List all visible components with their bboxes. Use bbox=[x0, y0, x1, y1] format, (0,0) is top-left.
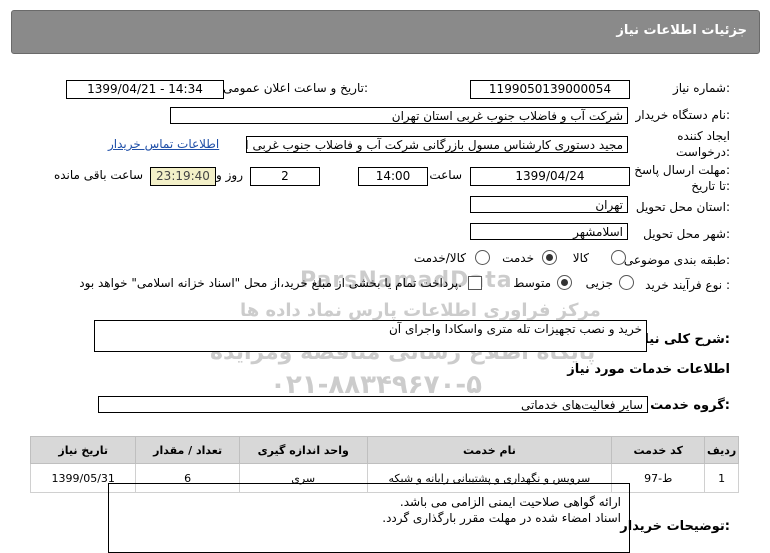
city-label: شهر محل تحویل: bbox=[643, 227, 730, 241]
treasury-payment-checkbox[interactable] bbox=[468, 276, 482, 290]
city-field: اسلامشهر bbox=[470, 223, 628, 240]
days-field: 2 bbox=[250, 167, 320, 186]
buyer-org-field: شرکت آب و فاضلاب جنوب غربی استان تهران bbox=[170, 107, 628, 124]
category-option-service: خدمت bbox=[502, 251, 534, 265]
service-group-label: گروه خدمت: bbox=[650, 398, 730, 413]
deadline-label-1: مهلت ارسال پاسخ: bbox=[634, 163, 730, 177]
process-option-minor: جزیی bbox=[585, 276, 613, 290]
creator-field: مجید دستوری کارشناس مسول بازرگانی شرکت آ… bbox=[246, 136, 628, 153]
process-label: نوع فرآیند خرید : bbox=[645, 278, 730, 292]
need-number-label: شماره نیاز: bbox=[672, 81, 730, 95]
summary-label: شرح کلی نیاز: bbox=[636, 332, 730, 347]
col-quantity: تعداد / مقدار bbox=[135, 436, 240, 464]
category-radio-goods[interactable] bbox=[611, 250, 626, 265]
cell-row-number: 1 bbox=[704, 463, 739, 493]
buyer-note-line-1: ارائه گواهی صلاحیت ایمنی الزامی می باشد. bbox=[399, 495, 621, 509]
category-radio-goods-service[interactable] bbox=[475, 250, 490, 265]
table-header-row: ردیف کد خدمت نام خدمت واحد اندازه گیری ت… bbox=[29, 436, 739, 464]
process-radio-medium[interactable] bbox=[557, 275, 572, 290]
col-service-name: نام خدمت bbox=[366, 436, 613, 464]
creator-label-2: درخواست: bbox=[676, 145, 730, 159]
services-section-title: اطلاعات خدمات مورد نیاز bbox=[567, 362, 730, 377]
treasury-payment-note: پرداخت تمام یا بخشی از مبلغ خرید،از محل … bbox=[79, 276, 462, 290]
buyer-notes-label: توضیحات خریدار: bbox=[620, 519, 730, 534]
remaining-timer: 23:19:40 bbox=[150, 167, 216, 186]
col-row-number: ردیف bbox=[704, 436, 739, 464]
deadline-time-label: ساعت bbox=[429, 168, 462, 182]
category-option-goods: کالا bbox=[572, 251, 589, 265]
summary-field: خرید و نصب تجهیزات تله متری واسکادا واجر… bbox=[94, 320, 647, 352]
province-label: استان محل تحویل: bbox=[635, 200, 730, 214]
watermark-subtitle: مرکز فراوری اطلاعات پارس نماد داده ها bbox=[240, 300, 601, 321]
category-label: طبقه بندی موضوعی: bbox=[623, 253, 730, 267]
announce-date-field: 1399/04/21 - 14:34 bbox=[66, 80, 224, 99]
announce-date-label: تاریخ و ساعت اعلان عمومی: bbox=[223, 81, 368, 95]
buyer-note-line-2: اسناد امضاء شده در مهلت مقرر بارگذاری گر… bbox=[382, 511, 621, 525]
col-service-code: کد خدمت bbox=[611, 436, 706, 464]
process-radio-minor[interactable] bbox=[619, 275, 634, 290]
province-field: تهران bbox=[470, 196, 628, 213]
service-group-field: سایر فعالیت‌های خدماتی bbox=[98, 396, 648, 413]
col-need-date: تاریخ نیاز bbox=[29, 436, 137, 464]
deadline-label-2: تا تاریخ: bbox=[691, 179, 730, 193]
category-option-goods-service: کالا/خدمت bbox=[413, 251, 466, 265]
process-option-medium: متوسط bbox=[513, 276, 551, 290]
page-header: جزئیات اطلاعات نیاز bbox=[11, 10, 760, 54]
days-label: روز و bbox=[216, 168, 243, 182]
deadline-date-field: 1399/04/24 bbox=[470, 167, 630, 186]
buyer-notes-box: ارائه گواهی صلاحیت ایمنی الزامی می باشد.… bbox=[108, 483, 630, 553]
need-number-field: 1199050139000054 bbox=[470, 80, 630, 99]
buyer-contact-link[interactable]: اطلاعات تماس خریدار bbox=[108, 137, 219, 151]
remaining-label: ساعت باقی مانده bbox=[53, 168, 143, 182]
col-unit: واحد اندازه گیری bbox=[238, 436, 368, 464]
deadline-time-field: 14:00 bbox=[358, 167, 428, 186]
page-title: جزئیات اطلاعات نیاز bbox=[616, 23, 747, 38]
category-radio-service[interactable] bbox=[542, 250, 557, 265]
buyer-org-label: نام دستگاه خریدار: bbox=[635, 108, 731, 122]
creator-label-1: ایجاد کننده bbox=[677, 129, 730, 143]
